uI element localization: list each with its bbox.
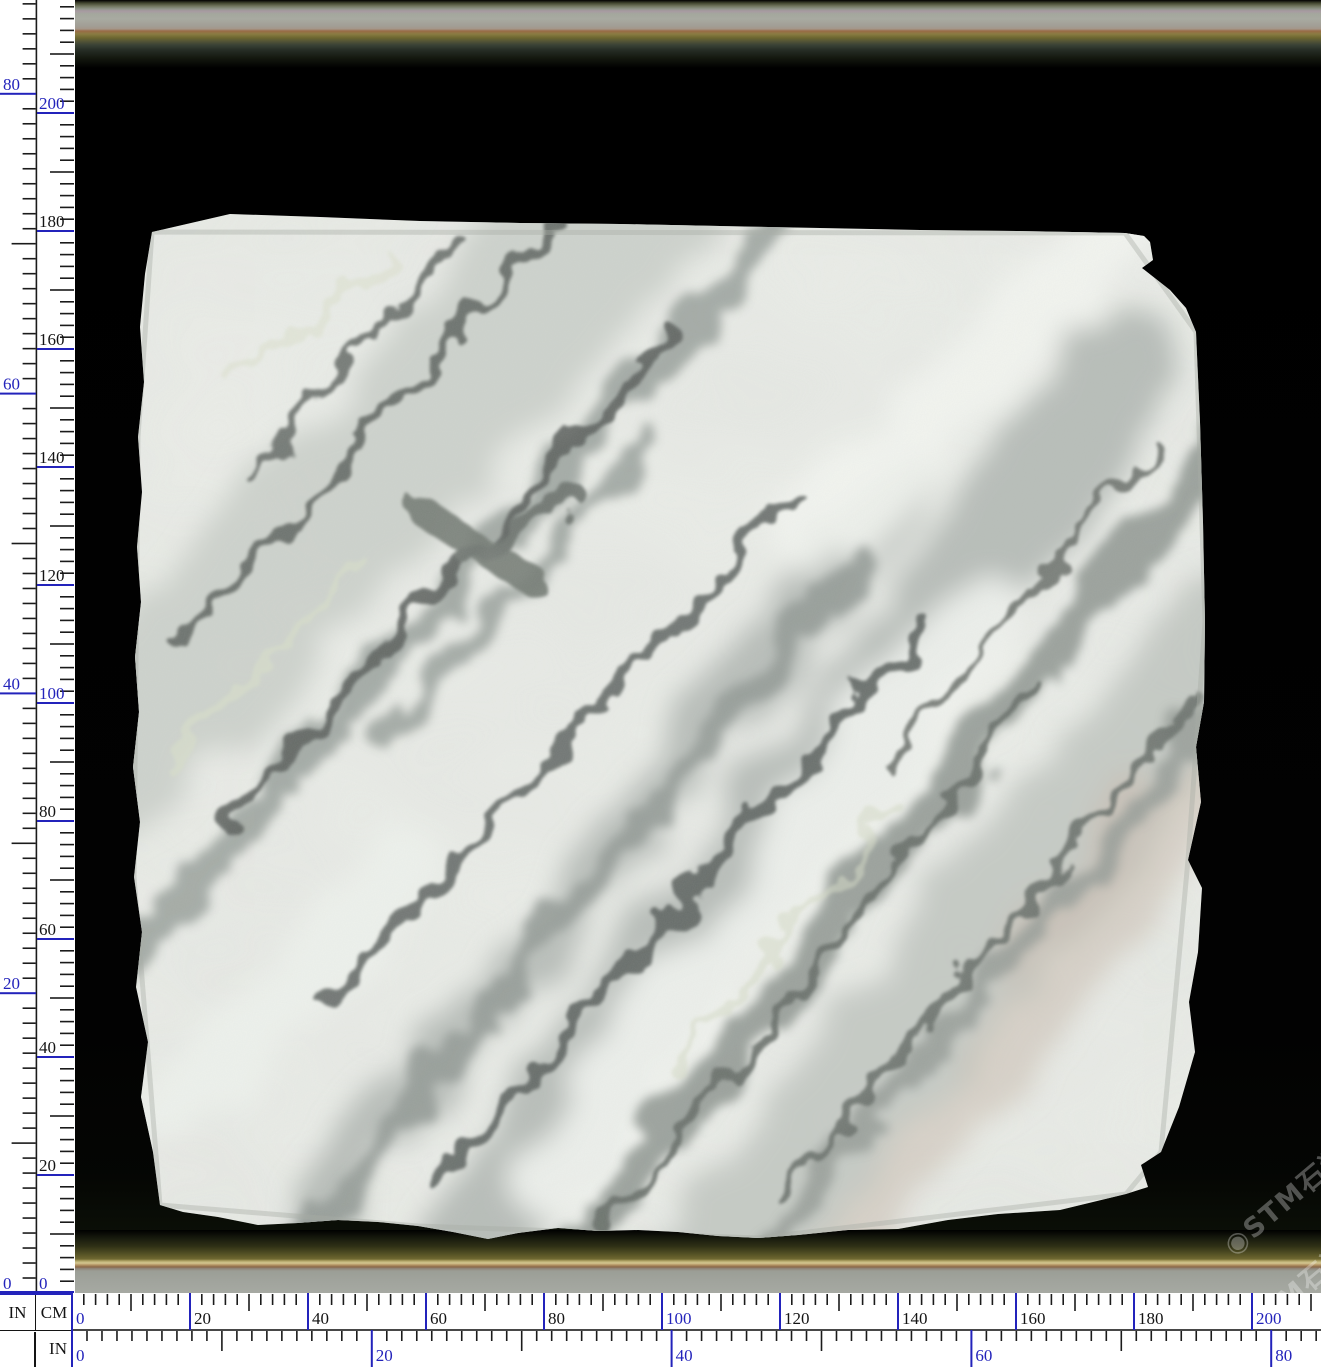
corner-row-in: IN [0,1332,71,1367]
svg-text:120: 120 [784,1309,810,1328]
svg-text:60: 60 [3,375,20,394]
svg-text:40: 40 [3,674,20,693]
svg-text:200: 200 [1256,1309,1282,1328]
svg-text:160: 160 [39,330,65,349]
unit-label-in: IN [0,1295,36,1330]
svg-text:20: 20 [194,1309,211,1328]
svg-text:40: 40 [39,1038,56,1057]
scanner-top-frame-band [75,0,1321,68]
unit-label-cm: CM [37,1295,71,1330]
scan-image-area [75,0,1321,1367]
svg-text:80: 80 [3,75,20,94]
svg-text:140: 140 [902,1309,928,1328]
svg-text:20: 20 [39,1156,56,1175]
svg-text:20: 20 [3,974,20,993]
slab-texture [130,198,1215,1243]
svg-text:0: 0 [39,1274,48,1293]
svg-text:0: 0 [76,1309,85,1328]
svg-text:40: 40 [312,1309,329,1328]
svg-text:40: 40 [676,1346,693,1365]
svg-text:140: 140 [39,448,65,467]
svg-text:20: 20 [376,1346,393,1365]
corner-divider [34,1332,36,1367]
svg-text:80: 80 [548,1309,565,1328]
svg-text:80: 80 [39,802,56,821]
svg-text:60: 60 [39,920,56,939]
vertical-ruler: 200180160140120100806040200806040200 [0,0,75,1293]
svg-text:100: 100 [39,684,65,703]
unit-label-in-2: IN [49,1332,67,1367]
corner-row-cm: IN CM [0,1295,71,1331]
svg-text:100: 100 [666,1309,692,1328]
svg-text:0: 0 [76,1346,85,1365]
corner-unit-box: IN CM IN [0,1293,73,1367]
svg-text:60: 60 [975,1346,992,1365]
svg-text:180: 180 [1138,1309,1164,1328]
svg-text:120: 120 [39,566,65,585]
svg-text:180: 180 [39,212,65,231]
svg-text:0: 0 [3,1274,12,1293]
slab-scan-viewer: ◉STM石猫 ◉STM石猫 20018016014012010080604020… [0,0,1321,1367]
svg-text:200: 200 [39,94,65,113]
horizontal-ruler: 0 20 40 60 80 100 120 140 160 180 200 0 20 40 60 80 [0,1293,1321,1367]
svg-text:80: 80 [1275,1346,1292,1365]
svg-text:160: 160 [1020,1309,1046,1328]
marble-slab-photo [130,198,1215,1243]
svg-text:60: 60 [430,1309,447,1328]
